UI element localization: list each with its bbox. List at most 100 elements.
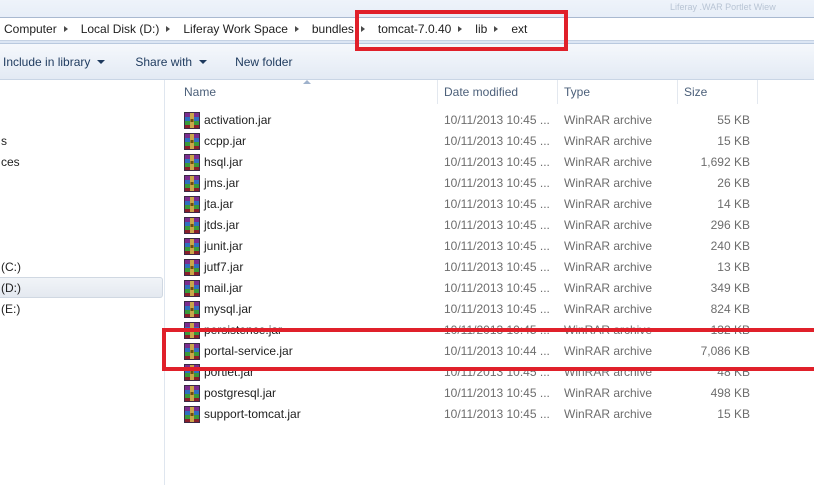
file-date-modified: 10/11/2013 10:45 ... bbox=[444, 407, 550, 421]
nav-item-label: (C:) bbox=[1, 260, 21, 274]
file-type: WinRAR archive bbox=[564, 155, 653, 169]
annotation-box-portal-service bbox=[162, 328, 814, 371]
winrar-archive-icon bbox=[184, 385, 200, 402]
nav-item-drive-e[interactable]: (E:) bbox=[0, 299, 40, 319]
file-size: 26 KB bbox=[717, 176, 750, 190]
file-type: WinRAR archive bbox=[564, 302, 653, 316]
nav-item-label: (D:) bbox=[1, 280, 21, 295]
file-size: 15 KB bbox=[717, 134, 750, 148]
column-header-size[interactable]: Size bbox=[678, 80, 758, 104]
file-row[interactable]: mail.jar 10/11/2013 10:45 ... WinRAR archi… bbox=[165, 278, 814, 299]
winrar-archive-icon bbox=[184, 406, 200, 423]
nav-item-label: s bbox=[1, 134, 7, 148]
chevron-right-icon[interactable] bbox=[294, 26, 299, 32]
file-name: hsql.jar bbox=[204, 155, 243, 169]
file-type: WinRAR archive bbox=[564, 281, 653, 295]
winrar-archive-icon bbox=[184, 175, 200, 192]
file-date-modified: 10/11/2013 10:45 ... bbox=[444, 260, 550, 274]
nav-item-places[interactable]: ces bbox=[0, 152, 30, 172]
file-row[interactable]: jms.jar 10/11/2013 10:45 ... WinRAR archiv… bbox=[165, 173, 814, 194]
winrar-archive-icon bbox=[184, 301, 200, 318]
file-size: 296 KB bbox=[710, 218, 750, 232]
file-date-modified: 10/11/2013 10:45 ... bbox=[444, 134, 550, 148]
file-date-modified: 10/11/2013 10:45 ... bbox=[444, 218, 550, 232]
nav-item-drive-d[interactable]: (D:) bbox=[0, 277, 163, 298]
file-type: WinRAR archive bbox=[564, 218, 653, 232]
breadcrumb-label: Local Disk (D:) bbox=[80, 22, 160, 36]
file-type: WinRAR archive bbox=[564, 113, 653, 127]
share-with-label: Share with bbox=[135, 54, 193, 69]
file-type: WinRAR archive bbox=[564, 260, 653, 274]
file-type: WinRAR archive bbox=[564, 386, 653, 400]
file-date-modified: 10/11/2013 10:45 ... bbox=[444, 281, 550, 295]
file-name: activation.jar bbox=[204, 113, 272, 127]
winrar-archive-icon bbox=[184, 112, 200, 129]
file-size: 349 KB bbox=[710, 281, 750, 295]
column-header-name[interactable]: Name bbox=[178, 80, 438, 104]
file-name: ccpp.jar bbox=[204, 134, 247, 148]
file-size: 55 KB bbox=[717, 113, 750, 127]
file-row[interactable]: support-tomcat.jar 10/11/2013 10:45 ... Wi… bbox=[165, 404, 814, 425]
file-size: 240 KB bbox=[710, 239, 750, 253]
file-type: WinRAR archive bbox=[564, 134, 653, 148]
file-date-modified: 10/11/2013 10:45 ... bbox=[444, 197, 550, 211]
nav-item-label: ces bbox=[1, 155, 20, 169]
file-name: mail.jar bbox=[204, 281, 243, 295]
file-date-modified: 10/11/2013 10:45 ... bbox=[444, 176, 550, 190]
file-size: 13 KB bbox=[717, 260, 750, 274]
file-date-modified: 10/11/2013 10:45 ... bbox=[444, 113, 550, 127]
file-row[interactable]: junit.jar 10/11/2013 10:45 ... WinRAR arch… bbox=[165, 236, 814, 257]
column-headers: Name Date modified Type Size bbox=[165, 80, 814, 104]
file-date-modified: 10/11/2013 10:45 ... bbox=[444, 155, 550, 169]
chevron-right-icon[interactable] bbox=[166, 26, 171, 32]
file-name: jta.jar bbox=[204, 197, 234, 211]
new-folder-label: New folder bbox=[235, 54, 293, 69]
file-row[interactable]: mysql.jar 10/11/2013 10:45 ... WinRAR arch… bbox=[165, 299, 814, 320]
breadcrumb-liferay-work-space[interactable]: Liferay Work Space bbox=[179, 18, 308, 40]
breadcrumb-label: Liferay Work Space bbox=[183, 22, 288, 36]
nav-item-label: (E:) bbox=[1, 302, 21, 316]
file-size: 14 KB bbox=[717, 197, 750, 211]
file-name: jms.jar bbox=[204, 176, 240, 190]
annotation-box-path bbox=[355, 10, 568, 51]
nav-item-drive-c[interactable]: (C:) bbox=[0, 257, 40, 277]
winrar-archive-icon bbox=[184, 280, 200, 297]
file-row[interactable]: postgresql.jar 10/11/2013 10:45 ... WinRAR… bbox=[165, 383, 814, 404]
include-in-library-button[interactable]: Include in library bbox=[0, 49, 108, 75]
chevron-right-icon[interactable] bbox=[63, 26, 68, 32]
winrar-archive-icon bbox=[184, 259, 200, 276]
window-title-watermark: Liferay .WAR Portlet Wiew bbox=[670, 2, 776, 12]
winrar-archive-icon bbox=[184, 217, 200, 234]
chevron-down-icon bbox=[199, 59, 208, 64]
file-date-modified: 10/11/2013 10:45 ... bbox=[444, 239, 550, 253]
file-name: jtds.jar bbox=[204, 218, 240, 232]
winrar-archive-icon bbox=[184, 238, 200, 255]
file-date-modified: 10/11/2013 10:45 ... bbox=[444, 386, 550, 400]
winrar-archive-icon bbox=[184, 154, 200, 171]
nav-item-libraries[interactable]: s bbox=[0, 131, 20, 151]
share-with-button[interactable]: Share with bbox=[132, 49, 210, 75]
file-size: 1,692 KB bbox=[700, 155, 750, 169]
file-type: WinRAR archive bbox=[564, 239, 653, 253]
breadcrumb-label: Computer bbox=[4, 22, 57, 36]
file-name: jutf7.jar bbox=[204, 260, 244, 274]
file-name: junit.jar bbox=[204, 239, 243, 253]
new-folder-button[interactable]: New folder bbox=[232, 49, 295, 75]
file-row[interactable]: jta.jar 10/11/2013 10:45 ... WinRAR archiv… bbox=[165, 194, 814, 215]
file-type: WinRAR archive bbox=[564, 407, 653, 421]
file-name: support-tomcat.jar bbox=[204, 407, 301, 421]
winrar-archive-icon bbox=[184, 133, 200, 150]
file-size: 824 KB bbox=[710, 302, 750, 316]
include-in-library-label: Include in library bbox=[3, 54, 91, 69]
file-row[interactable]: jutf7.jar 10/11/2013 10:45 ... WinRAR arch… bbox=[165, 257, 814, 278]
navigation-pane: s ces (C:) (D:) (E:) bbox=[0, 80, 165, 485]
breadcrumb-computer[interactable]: Computer bbox=[0, 18, 77, 40]
file-row[interactable]: activation.jar 10/11/2013 10:45 ... WinRAR… bbox=[165, 110, 814, 131]
breadcrumb-local-disk-d[interactable]: Local Disk (D:) bbox=[77, 18, 180, 40]
column-header-type[interactable]: Type bbox=[558, 80, 678, 104]
file-row[interactable]: jtds.jar 10/11/2013 10:45 ... WinRAR archi… bbox=[165, 215, 814, 236]
winrar-archive-icon bbox=[184, 196, 200, 213]
file-row[interactable]: hsql.jar 10/11/2013 10:45 ... WinRAR archi… bbox=[165, 152, 814, 173]
column-header-date-modified[interactable]: Date modified bbox=[438, 80, 558, 104]
file-row[interactable]: ccpp.jar 10/11/2013 10:45 ... WinRAR archi… bbox=[165, 131, 814, 152]
